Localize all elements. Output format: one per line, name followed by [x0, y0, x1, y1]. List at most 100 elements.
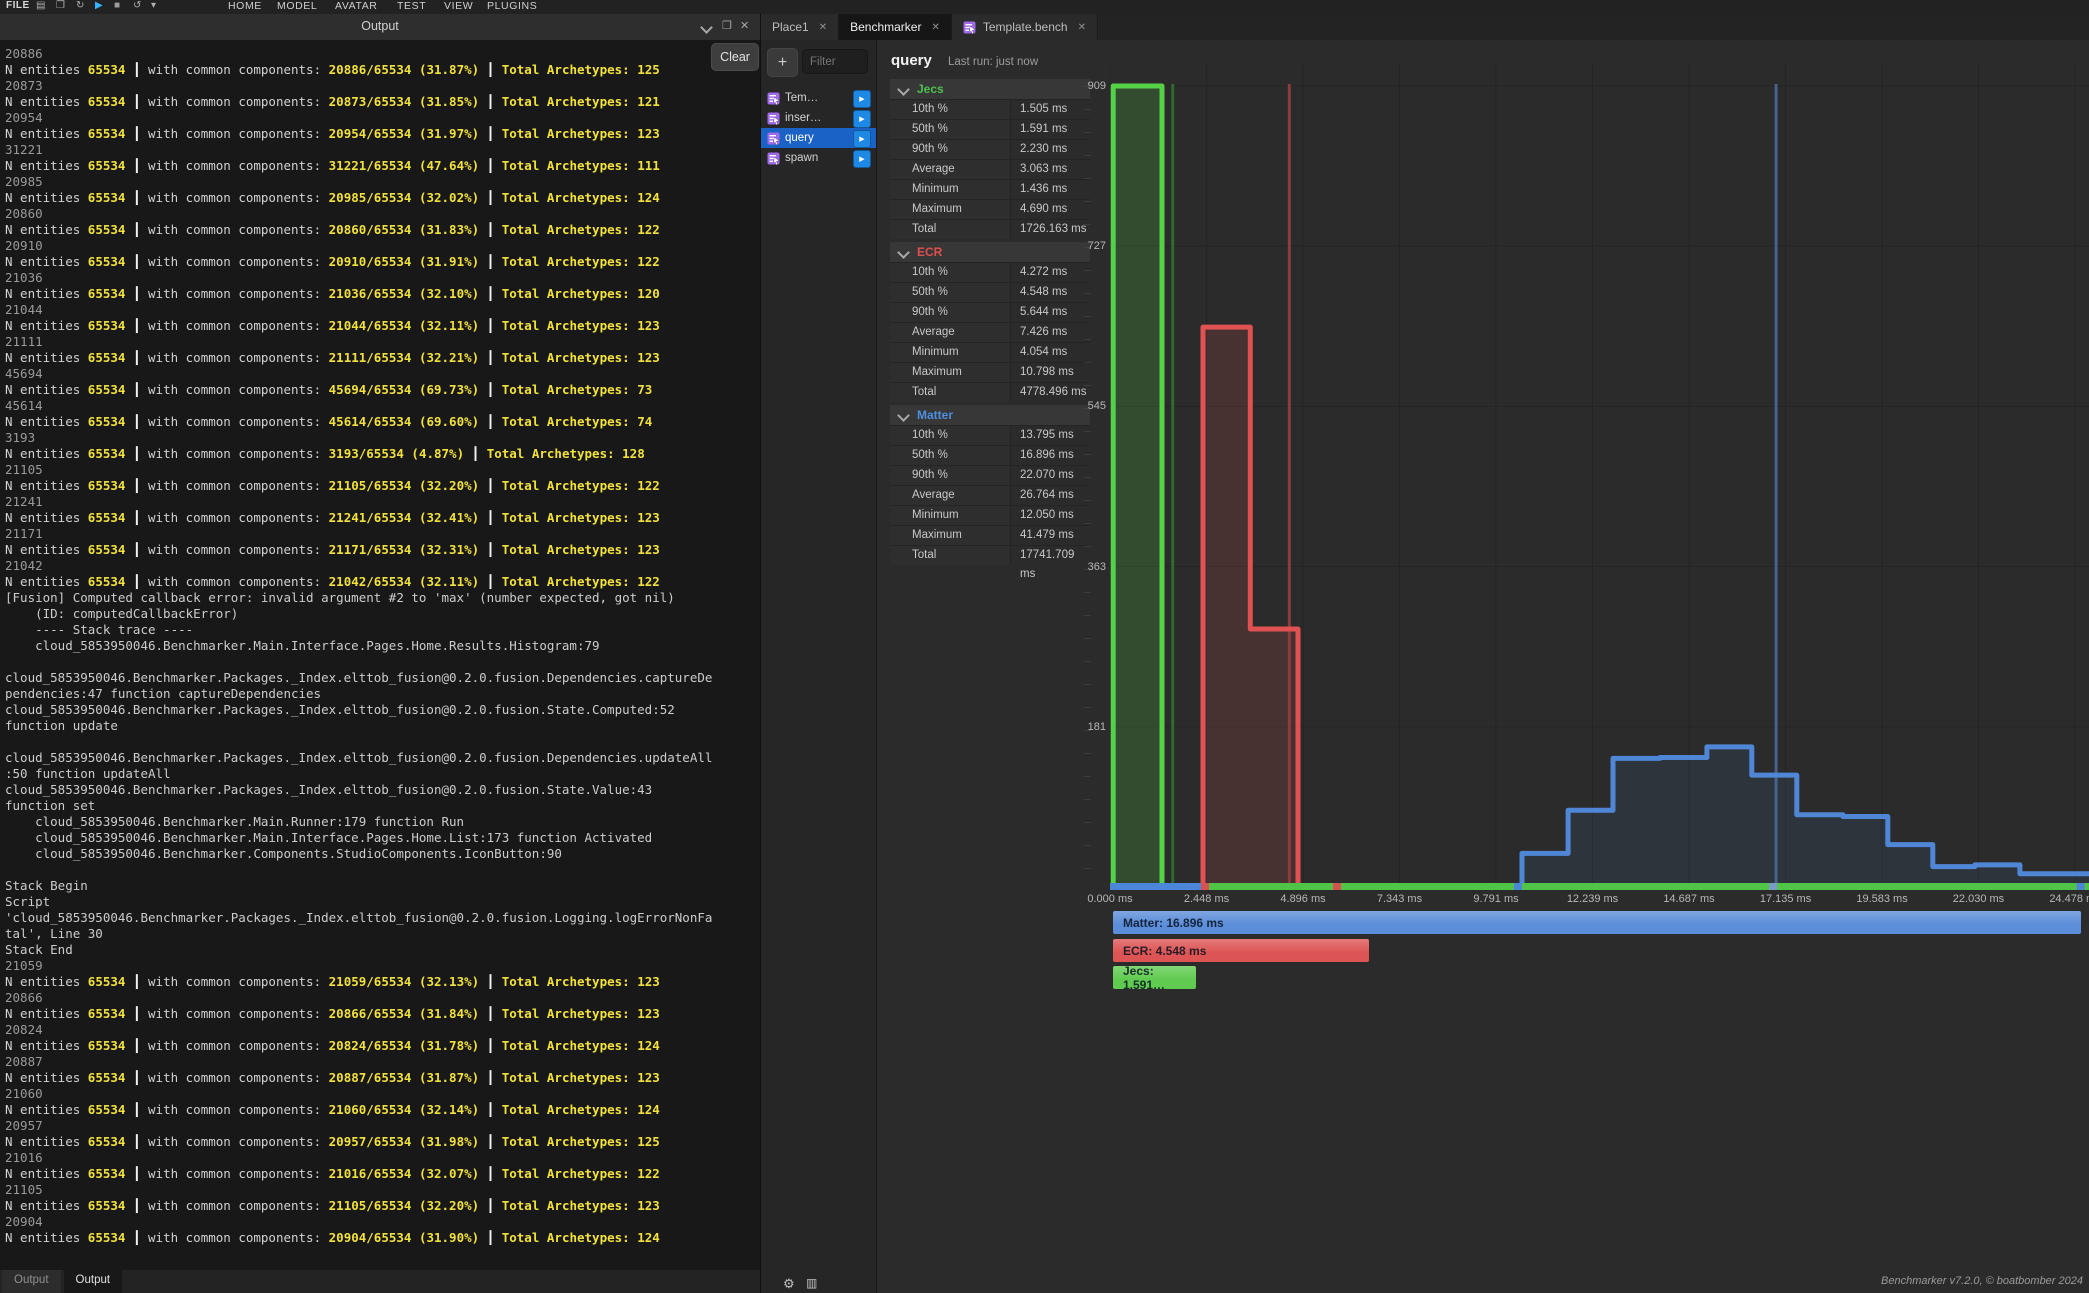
histogram-plot: [1110, 64, 2089, 894]
ribbon-tab-model[interactable]: MODEL: [277, 0, 317, 12]
refresh-icon[interactable]: ↻: [76, 0, 84, 13]
console-line-error: function update: [5, 718, 760, 734]
stats-row-value: 26.764 ms: [1011, 486, 1090, 505]
run-benchmark-button[interactable]: ▶: [853, 90, 871, 108]
console-line-error: pendencies:47 function captureDependenci…: [5, 686, 760, 702]
stats-row: 90th %22.070 ms: [890, 465, 1090, 485]
console-line-count: 21059: [5, 958, 760, 974]
undo-icon[interactable]: ↺: [133, 0, 141, 13]
benchmark-item-query[interactable]: query▶: [761, 128, 876, 148]
stats-row-label: Maximum: [890, 526, 1011, 545]
stats-section-header-ecr[interactable]: ECR: [890, 242, 1090, 262]
console-line-count: 20957: [5, 1118, 760, 1134]
stats-section-header-matter[interactable]: Matter: [890, 405, 1090, 425]
file-menu[interactable]: FILE: [6, 0, 30, 11]
console-line-count: 21105: [5, 1182, 760, 1198]
settings-gear-icon[interactable]: ⚙: [783, 1276, 795, 1292]
console-line-entities: N entities 65534 ┃ with common component…: [5, 1166, 760, 1182]
benchmark-list: Tem…▶inser…▶query▶ spawn ▶: [761, 88, 876, 168]
output-panel-header: Output ❐ ✕: [0, 14, 760, 41]
benchmark-item-Tem[interactable]: Tem…▶: [761, 88, 876, 108]
run-benchmark-button[interactable]: ▶: [853, 130, 871, 148]
tab-label: Template.bench: [983, 20, 1068, 34]
y-axis-label: 545: [1064, 400, 1106, 412]
console-line-count: 21044: [5, 302, 760, 318]
play-icon[interactable]: ▶: [95, 0, 103, 13]
console-line-entities: N entities 65534 ┃ with common component…: [5, 1134, 760, 1150]
console-line-entities: N entities 65534 ┃ with common component…: [5, 222, 760, 238]
stats-row-label: Minimum: [890, 506, 1011, 525]
console-line-count: 20910: [5, 238, 760, 254]
ribbon-tab-home[interactable]: HOME: [228, 0, 262, 12]
console-line-error: [Fusion] Computed callback error: invali…: [5, 590, 760, 606]
stats-row: Average3.063 ms: [890, 159, 1090, 179]
run-benchmark-button[interactable]: ▶: [853, 150, 871, 168]
chevron-down-icon: [897, 246, 910, 259]
filter-input[interactable]: Filter: [802, 49, 868, 74]
clear-button[interactable]: Clear: [711, 43, 759, 71]
stats-row: Maximum41.479 ms: [890, 525, 1090, 545]
console-line-error: cloud_5853950046.Benchmarker.Packages._I…: [5, 750, 760, 766]
dropdown-caret-icon[interactable]: ▾: [151, 0, 156, 13]
tab-place1[interactable]: Place1✕: [761, 14, 839, 40]
stats-row: Minimum12.050 ms: [890, 505, 1090, 525]
console-line-error: function set: [5, 798, 760, 814]
console-line-entities: N entities 65534 ┃ with common component…: [5, 286, 760, 302]
legend-bar-label: ECR: 4.548 ms: [1123, 944, 1206, 958]
tab-close-icon[interactable]: ✕: [819, 22, 827, 33]
output-dock-tab[interactable]: Output: [64, 1270, 123, 1293]
output-dock-tab[interactable]: Output: [2, 1270, 61, 1293]
stats-row: 10th %1.505 ms: [890, 99, 1090, 119]
console-line-entities: N entities 65534 ┃ with common component…: [5, 574, 760, 590]
console-line-entities: N entities 65534 ┃ with common component…: [5, 542, 760, 558]
close-icon[interactable]: ✕: [740, 20, 749, 33]
stats-row: Total4778.496 ms: [890, 382, 1090, 402]
tab-template-bench[interactable]: Template.bench ✕: [952, 14, 1098, 40]
console-line-entities: N entities 65534 ┃ with common component…: [5, 158, 760, 174]
dock-icon[interactable]: ❐: [722, 20, 732, 33]
stats-row: 50th %4.548 ms: [890, 282, 1090, 302]
stats-row-value: 1.505 ms: [1011, 100, 1090, 119]
ribbon-tab-view[interactable]: VIEW: [444, 0, 473, 12]
benchmark-item-spawn[interactable]: spawn ▶: [761, 148, 876, 168]
tab-close-icon[interactable]: ✕: [1078, 22, 1086, 33]
ribbon-tab-test[interactable]: TEST: [397, 0, 426, 12]
stats-row-label: Maximum: [890, 200, 1011, 219]
stop-icon[interactable]: ■: [114, 0, 120, 13]
stats-row-value: 4.548 ms: [1011, 283, 1090, 302]
benchmark-item-label: spawn: [785, 152, 818, 164]
stats-section-header-jecs[interactable]: Jecs: [890, 79, 1090, 99]
output-panel: Output ❐ ✕ 20886N entities 65534 ┃ with …: [0, 14, 761, 1293]
run-benchmark-button[interactable]: ▶: [853, 110, 871, 128]
collapse-chevron-icon[interactable]: [702, 23, 711, 36]
add-benchmark-button[interactable]: +: [767, 48, 798, 77]
benchmark-title: query: [891, 52, 932, 69]
console-line-error: Script: [5, 894, 760, 910]
stats-row-label: 90th %: [890, 140, 1011, 159]
benchmark-item-inser[interactable]: inser…▶: [761, 108, 876, 128]
console-line-entities: N entities 65534 ┃ with common component…: [5, 94, 760, 110]
chart-panel-icon[interactable]: ▥: [806, 1276, 817, 1290]
tab-close-icon[interactable]: ✕: [931, 22, 939, 33]
stats-row: 50th %16.896 ms: [890, 445, 1090, 465]
ribbon-tab-avatar[interactable]: AVATAR: [335, 0, 378, 12]
stats-row-label: Minimum: [890, 180, 1011, 199]
clipboard-icon[interactable]: ▤: [36, 0, 45, 13]
console-line-count: 20824: [5, 1022, 760, 1038]
console-line-entities: N entities 65534 ┃ with common component…: [5, 254, 760, 270]
tab-benchmarker[interactable]: Benchmarker✕: [839, 14, 952, 40]
last-run-label: Last run: just now: [948, 56, 1038, 68]
stats-row-label: Minimum: [890, 343, 1011, 362]
ribbon-tab-plugins[interactable]: PLUGINS: [487, 0, 537, 12]
stats-row-value: 22.070 ms: [1011, 466, 1090, 485]
bench-script-icon: [767, 152, 780, 165]
console[interactable]: 20886N entities 65534 ┃ with common comp…: [0, 40, 760, 1270]
stats-row: Minimum1.436 ms: [890, 179, 1090, 199]
stats-row-value: 4778.496 ms: [1011, 383, 1090, 402]
x-axis-label: 0.000 ms: [1073, 893, 1147, 905]
console-line-count: 21016: [5, 1150, 760, 1166]
export-icon[interactable]: ❐: [56, 0, 65, 13]
console-line-entities: N entities 65534 ┃ with common component…: [5, 478, 760, 494]
window-tabbar: Place1✕Benchmarker✕ Template.bench ✕: [761, 14, 2089, 40]
output-bottom-tabbar: OutputOutput: [0, 1270, 760, 1293]
